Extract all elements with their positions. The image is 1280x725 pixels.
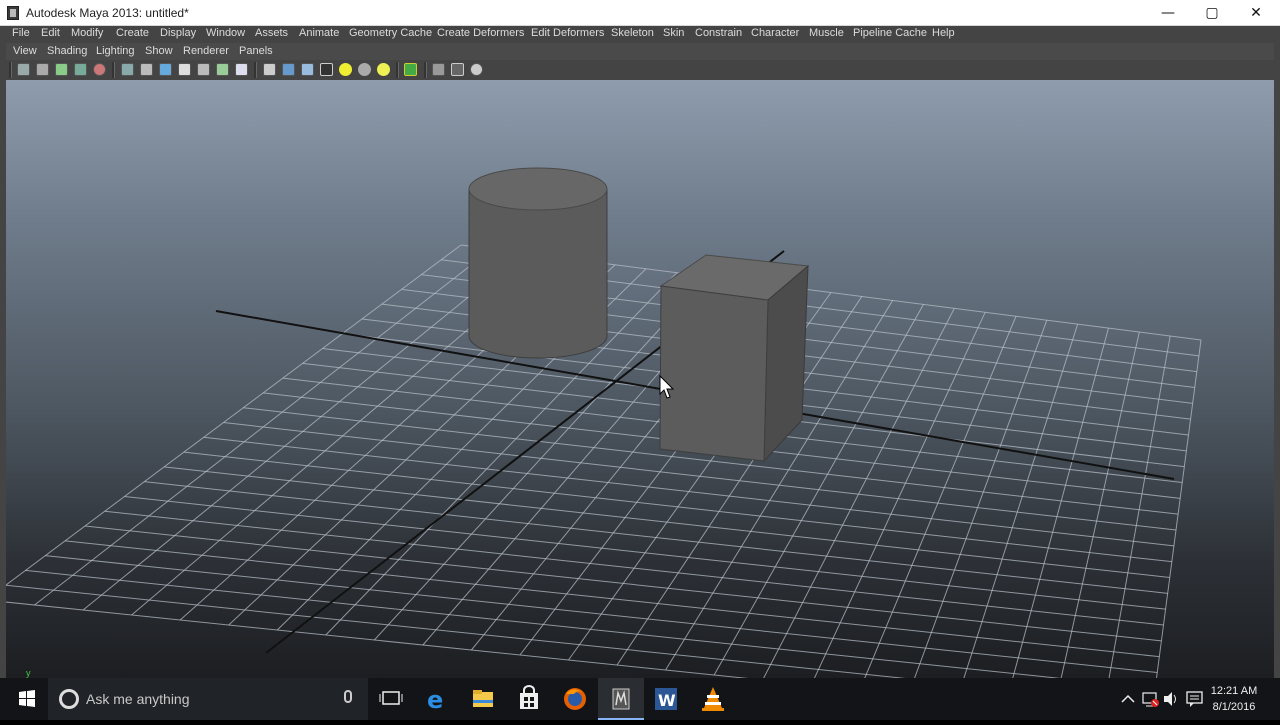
perspective-viewport[interactable]: y x persp: [6, 80, 1274, 678]
smooth-shade-icon[interactable]: [140, 63, 153, 76]
cylinder-body: [468, 188, 608, 359]
screen-space-ao-icon[interactable]: [235, 63, 248, 76]
no-lights-icon[interactable]: [320, 63, 333, 76]
all-lights-icon[interactable]: [282, 63, 295, 76]
panel-menu-renderer[interactable]: Renderer: [183, 45, 229, 57]
image-plane-icon[interactable]: [74, 63, 87, 76]
window-titlebar: Autodesk Maya 2013: untitled* — ▢ ✕: [0, 0, 1280, 26]
grid-toggle-icon[interactable]: [93, 63, 106, 76]
xray-icon[interactable]: [358, 63, 371, 76]
menu-help[interactable]: Help: [932, 27, 955, 39]
svg-text:e: e: [427, 686, 443, 714]
toolbar-separator: [424, 62, 427, 78]
word-icon[interactable]: W: [644, 678, 690, 720]
menu-skin[interactable]: Skin: [663, 27, 684, 39]
default-light-icon[interactable]: [263, 63, 276, 76]
lights-icon[interactable]: [197, 63, 210, 76]
file-explorer-icon[interactable]: [460, 678, 506, 720]
menu-assets[interactable]: Assets: [255, 27, 288, 39]
vlc-icon[interactable]: [690, 678, 736, 720]
network-icon[interactable]: [1140, 678, 1160, 720]
menu-create[interactable]: Create: [116, 27, 149, 39]
menu-animate[interactable]: Animate: [299, 27, 339, 39]
cortana-search-box[interactable]: Ask me anything: [48, 678, 368, 720]
start-button[interactable]: [0, 678, 48, 720]
microphone-icon[interactable]: [344, 690, 352, 703]
camera-attributes-icon[interactable]: [36, 63, 49, 76]
toolbar-separator: [396, 62, 399, 78]
hypershade-icon[interactable]: [470, 63, 483, 76]
menu-display[interactable]: Display: [160, 27, 196, 39]
menu-edit[interactable]: Edit: [41, 27, 60, 39]
firefox-icon[interactable]: [552, 678, 598, 720]
panel-menu-panels[interactable]: Panels: [239, 45, 273, 57]
toolbar-separator: [112, 62, 115, 78]
menu-muscle[interactable]: Muscle: [809, 27, 844, 39]
menu-modify[interactable]: Modify: [71, 27, 103, 39]
bookmark-icon[interactable]: [55, 63, 68, 76]
close-button[interactable]: ✕: [1234, 0, 1278, 26]
scene-canvas[interactable]: [6, 80, 1274, 678]
shadows-icon[interactable]: [216, 63, 229, 76]
cylinder-top: [468, 167, 608, 211]
panel-toolbar: [6, 60, 1274, 80]
maximize-button[interactable]: ▢: [1190, 0, 1234, 26]
svg-text:W: W: [658, 691, 676, 710]
wireframe-icon[interactable]: [121, 63, 134, 76]
isolate-select-icon[interactable]: [339, 63, 352, 76]
cortana-icon: [59, 689, 79, 709]
menu-file[interactable]: File: [12, 27, 30, 39]
cube-front: [659, 285, 769, 462]
notifications-icon[interactable]: [1184, 678, 1206, 720]
menu-character[interactable]: Character: [751, 27, 799, 39]
selected-lights-icon[interactable]: [301, 63, 314, 76]
toolbar-separator: [9, 62, 12, 78]
windows-taskbar: Ask me anything e W 12:21 AM 8/1/2016: [0, 678, 1280, 720]
frame-selected-icon[interactable]: [451, 63, 464, 76]
frame-all-icon[interactable]: [432, 63, 445, 76]
backface-culling-icon[interactable]: [404, 63, 417, 76]
clock-time: 12:21 AM: [1210, 685, 1258, 697]
panel-menu-lighting[interactable]: Lighting: [96, 45, 135, 57]
toolbar-separator: [254, 62, 257, 78]
camera-select-icon[interactable]: [17, 63, 30, 76]
menu-constrain[interactable]: Constrain: [695, 27, 742, 39]
main-menu-bar: File Edit Modify Create Display Window A…: [0, 26, 1280, 43]
panel-menu-view[interactable]: View: [13, 45, 37, 57]
volume-icon[interactable]: [1161, 678, 1181, 720]
menu-pipeline-cache[interactable]: Pipeline Cache: [853, 27, 927, 39]
minimize-button[interactable]: —: [1146, 0, 1190, 26]
textured-icon[interactable]: [178, 63, 191, 76]
shade-all-icon[interactable]: [159, 63, 172, 76]
window-title: Autodesk Maya 2013: untitled*: [26, 6, 189, 20]
xray-joints-icon[interactable]: [377, 63, 390, 76]
maya-workspace: View Shading Lighting Show Renderer Pane…: [0, 43, 1280, 678]
windows-logo-icon: [19, 690, 35, 707]
menu-geometry-cache[interactable]: Geometry Cache: [349, 27, 432, 39]
system-clock[interactable]: 12:21 AM 8/1/2016: [1208, 683, 1260, 715]
panel-menu-show[interactable]: Show: [145, 45, 173, 57]
maya-icon[interactable]: [598, 678, 644, 720]
panel-menu-shading[interactable]: Shading: [47, 45, 87, 57]
menu-window[interactable]: Window: [206, 27, 245, 39]
panel-menu-bar: View Shading Lighting Show Renderer Pane…: [6, 43, 1274, 60]
menu-edit-deformers[interactable]: Edit Deformers: [531, 27, 604, 39]
menu-skeleton[interactable]: Skeleton: [611, 27, 654, 39]
task-view-icon[interactable]: [368, 678, 414, 720]
edge-icon[interactable]: e: [414, 678, 460, 720]
maya-app-icon: [7, 6, 19, 20]
chevron-up-icon[interactable]: [1118, 678, 1138, 720]
menu-create-deformers[interactable]: Create Deformers: [437, 27, 524, 39]
clock-date: 8/1/2016: [1212, 701, 1256, 713]
axis-y-label: y: [26, 668, 31, 678]
search-placeholder: Ask me anything: [86, 691, 190, 707]
store-icon[interactable]: [506, 678, 552, 720]
